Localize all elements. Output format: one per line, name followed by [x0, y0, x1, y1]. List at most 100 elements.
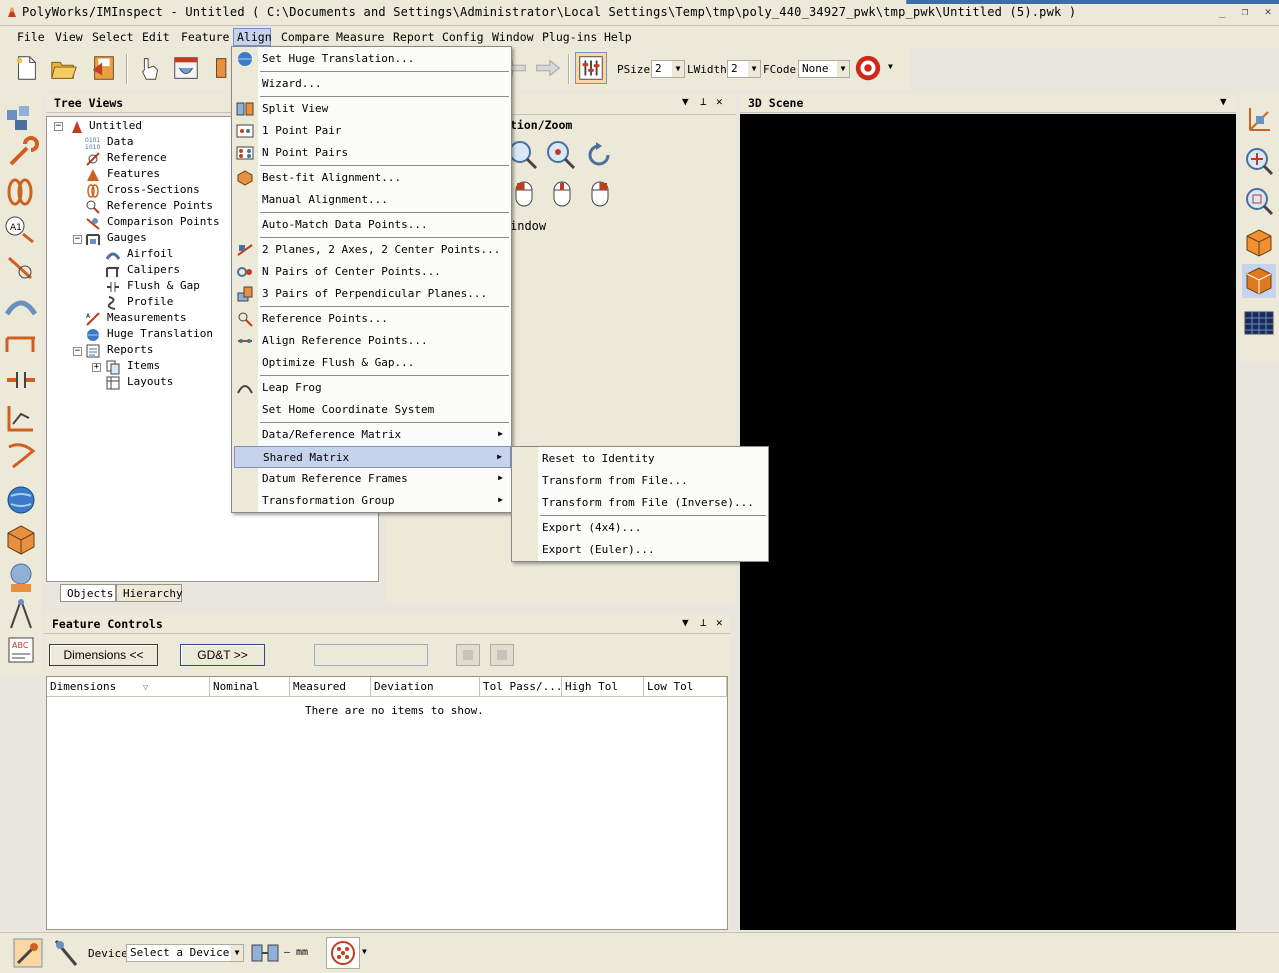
menu-item-export-euler[interactable]: Export (Euler)...	[538, 539, 768, 561]
minimize-button[interactable]: _	[1215, 5, 1229, 19]
menu-item-shared-matrix[interactable]: Shared Matrix ▶	[234, 446, 511, 468]
globe-icon[interactable]	[3, 482, 39, 518]
tree-node-profile[interactable]: Profile	[127, 295, 173, 308]
tree-node-flush-gap[interactable]: Flush & Gap	[127, 279, 200, 292]
tree-node-calipers[interactable]: Calipers	[127, 263, 180, 276]
tree-node-reference-points[interactable]: Reference Points	[107, 199, 213, 212]
menu-item-set-home-coordinate-system[interactable]: Set Home Coordinate System	[258, 399, 511, 421]
menu-item-split-view[interactable]: Split View	[258, 98, 511, 120]
menu-item-reset-to-identity[interactable]: Reset to Identity	[538, 448, 768, 470]
data-objects-icon[interactable]	[3, 100, 39, 136]
gdt-button[interactable]: GD&T >>	[180, 644, 265, 666]
device-tool-icon[interactable]	[12, 937, 44, 969]
point-cloud-button[interactable]	[326, 937, 360, 969]
grid-display-icon[interactable]	[1242, 306, 1276, 340]
menu-plugins[interactable]: Plug-ins	[542, 30, 597, 44]
zoom-window-icon[interactable]	[1242, 184, 1276, 218]
axis-orient-icon[interactable]	[1242, 102, 1276, 136]
menu-item-data-reference-matrix[interactable]: Data/Reference Matrix ▶	[258, 424, 511, 446]
menu-item-n-pairs-center-points[interactable]: N Pairs of Center Points...	[258, 261, 511, 283]
tree-node-reports[interactable]: Reports	[107, 343, 153, 356]
menu-align[interactable]: Align	[233, 28, 272, 46]
menu-edit[interactable]: Edit	[142, 30, 170, 44]
data-binary-icon[interactable]	[3, 560, 39, 596]
dimensions-table[interactable]: Dimensions ▽ Nominal Measured Deviation …	[46, 676, 728, 930]
close-button[interactable]: ✕	[1261, 5, 1275, 19]
menu-item-manual-alignment[interactable]: Manual Alignment...	[258, 189, 511, 211]
tree-node-airfoil[interactable]: Airfoil	[127, 247, 173, 260]
menu-item-3-pairs-perpendicular[interactable]: 3 Pairs of Perpendicular Planes...	[258, 283, 511, 305]
tree-node-items[interactable]: Items	[127, 359, 160, 372]
shaded-cube-icon[interactable]	[1242, 264, 1276, 298]
tree-node-cross-sections[interactable]: Cross-Sections	[107, 183, 200, 196]
new-file-button[interactable]	[10, 52, 42, 84]
tree-node-comparison-points[interactable]: Comparison Points	[107, 215, 220, 228]
tree-node-huge-translation[interactable]: Huge Translation	[107, 327, 213, 340]
mouse-right-icon[interactable]	[586, 178, 614, 210]
panel-close-icon[interactable]: ✕	[716, 95, 723, 108]
tree-node-reference[interactable]: Reference	[107, 151, 167, 164]
profile-gauge-icon[interactable]	[3, 400, 39, 436]
menu-item-best-fit-alignment[interactable]: Best-fit Alignment...	[258, 167, 511, 189]
display-options-button[interactable]	[575, 52, 607, 84]
menu-window[interactable]: Window	[492, 30, 534, 44]
probe-icon[interactable]	[3, 250, 39, 286]
menu-config[interactable]: Config	[442, 30, 484, 44]
column-header-tol-pass[interactable]: Tol Pass/...	[480, 677, 562, 697]
dimensions-button[interactable]: Dimensions <<	[49, 644, 158, 666]
scene-menu-icon[interactable]: ▼	[1220, 95, 1227, 108]
menu-help[interactable]: Help	[604, 30, 632, 44]
fcode-combo[interactable]: None ▼	[798, 60, 850, 78]
tab-hierarchy[interactable]: Hierarchy	[116, 584, 183, 602]
collapse-untitled-toggle[interactable]: −	[54, 122, 63, 131]
lwidth-combo[interactable]: 2 ▼	[727, 60, 761, 78]
menu-item-reference-points[interactable]: Reference Points...	[258, 308, 511, 330]
pin-icon[interactable]: ⊥	[700, 616, 707, 629]
menu-item-auto-match[interactable]: Auto-Match Data Points...	[258, 214, 511, 236]
abc-report-icon[interactable]: ABC	[3, 632, 39, 668]
menu-report[interactable]: Report	[393, 30, 435, 44]
zoom-fit-icon[interactable]	[544, 138, 578, 172]
menu-item-wizard[interactable]: Wizard...	[258, 73, 511, 95]
column-header-measured[interactable]: Measured	[290, 677, 371, 697]
open-file-button[interactable]	[48, 52, 80, 84]
panel-menu-icon[interactable]: ▼	[682, 95, 689, 108]
mouse-left-icon[interactable]	[510, 178, 538, 210]
panel-menu-icon[interactable]: ▼	[682, 616, 689, 629]
restore-button[interactable]: ❐	[1238, 5, 1252, 19]
tree-node-measurements[interactable]: Measurements	[107, 311, 186, 324]
tab-objects[interactable]: Objects	[60, 584, 116, 602]
menu-item-2-planes-2-axes[interactable]: 2 Planes, 2 Axes, 2 Center Points...	[258, 239, 511, 261]
zoom-center-icon[interactable]	[1242, 144, 1276, 178]
toolbar-overflow-icon[interactable]: ▼	[888, 62, 893, 71]
menu-measure[interactable]: Measure	[336, 30, 384, 44]
tree-node-gauges[interactable]: Gauges	[107, 231, 147, 244]
tree-node-untitled[interactable]: Untitled	[89, 119, 142, 132]
menu-item-1-point-pair[interactable]: 1 Point Pair	[258, 120, 511, 142]
airfoil-gauge-icon[interactable]	[3, 288, 39, 324]
mouse-middle-icon[interactable]	[548, 178, 576, 210]
collapse-reports-toggle[interactable]: −	[73, 347, 82, 356]
next-feature-button[interactable]	[490, 644, 514, 666]
wrench-icon[interactable]	[3, 136, 39, 172]
feature-filter-field[interactable]	[314, 644, 428, 666]
orange-cube-icon[interactable]	[1242, 226, 1276, 260]
menu-compare[interactable]: Compare	[281, 30, 329, 44]
menu-item-transform-from-file[interactable]: Transform from File...	[538, 470, 768, 492]
caliper-gauge-icon[interactable]	[3, 324, 39, 360]
flush-gap-gauge-icon[interactable]	[3, 362, 39, 398]
tree-node-data[interactable]: Data	[107, 135, 134, 148]
column-header-low-tol[interactable]: Low Tol	[644, 677, 727, 697]
3d-scene-viewport[interactable]	[740, 114, 1236, 930]
prev-feature-button[interactable]	[456, 644, 480, 666]
menu-view[interactable]: View	[55, 30, 83, 44]
probe-device-icon[interactable]	[50, 937, 82, 969]
menu-item-transform-from-file-inverse[interactable]: Transform from File (Inverse)...	[538, 492, 768, 514]
menu-item-set-huge-translation[interactable]: Set Huge Translation...	[258, 48, 511, 70]
column-header-nominal[interactable]: Nominal	[210, 677, 290, 697]
menu-item-export-4x4[interactable]: Export (4x4)...	[538, 517, 768, 539]
column-header-dimensions[interactable]: Dimensions ▽	[47, 677, 210, 697]
menu-feature[interactable]: Feature	[181, 30, 229, 44]
column-header-deviation[interactable]: Deviation	[371, 677, 480, 697]
device-select[interactable]: Select a Device ▼	[126, 944, 244, 962]
